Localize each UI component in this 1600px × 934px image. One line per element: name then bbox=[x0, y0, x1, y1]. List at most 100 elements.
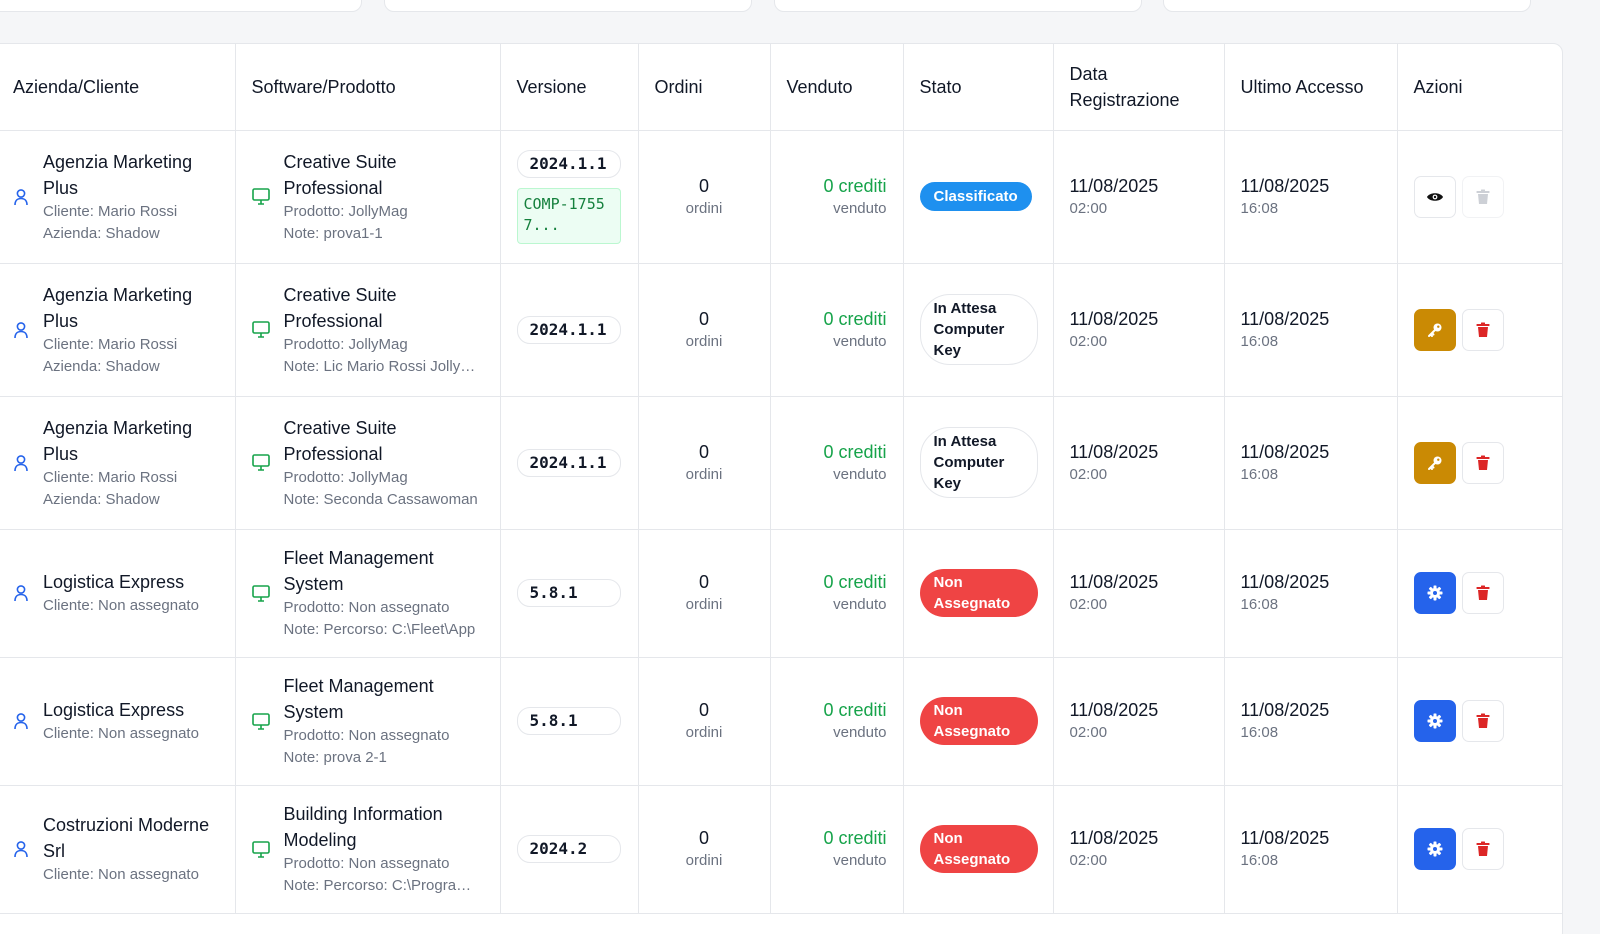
settings-icon bbox=[1427, 713, 1443, 729]
client-name: Cliente: Mario Rossi bbox=[43, 468, 178, 486]
table-row[interactable]: Agenzia Marketing Plus Cliente: Mario Ro… bbox=[0, 263, 1562, 397]
last-access-date: 11/08/2025 bbox=[1240, 175, 1330, 196]
sold-label: venduto bbox=[833, 465, 887, 483]
delete-icon bbox=[1476, 455, 1490, 471]
software-cell: Creative Suite Professional Prodotto: Jo… bbox=[235, 263, 501, 397]
view-icon bbox=[1426, 190, 1444, 204]
product-name: Prodotto: Non assegnato bbox=[283, 727, 450, 744]
version-cell: 2024.2 bbox=[500, 785, 639, 914]
actions-cell bbox=[1397, 529, 1562, 658]
registered-time: 02:00 bbox=[1069, 724, 1108, 741]
client-cell: Agenzia Marketing Plus Cliente: Mario Ro… bbox=[0, 263, 236, 397]
version-cell: 2024.1.1 bbox=[500, 396, 639, 530]
table-row[interactable]: Agenzia Marketing Plus Cliente: Mario Ro… bbox=[0, 396, 1562, 530]
settings-button[interactable] bbox=[1413, 828, 1456, 870]
computer-key-code[interactable]: COMP-17557... bbox=[516, 187, 621, 244]
company-name: Agenzia Marketing Plus bbox=[43, 284, 193, 331]
client-cell: Agenzia Marketing Plus Cliente: Mario Ro… bbox=[0, 130, 236, 264]
last-access-cell: 11/08/2025 16:08 bbox=[1224, 263, 1398, 397]
orders-label: ordini bbox=[685, 465, 723, 483]
client-cell: Logistica Express Cliente: Non assegnato bbox=[0, 529, 236, 658]
version-cell: 2024.1.1 COMP-17557... bbox=[500, 130, 639, 264]
last-access-cell: 11/08/2025 16:08 bbox=[1224, 785, 1398, 914]
sold-cell: 0 crediti venduto bbox=[770, 130, 904, 264]
header-orders[interactable]: Ordini bbox=[638, 44, 771, 131]
orders-cell: 0 ordini bbox=[638, 130, 771, 264]
key-icon bbox=[1427, 455, 1443, 471]
delete-button[interactable] bbox=[1461, 828, 1504, 870]
table-row[interactable]: Logistica Express Cliente: Non assegnato… bbox=[0, 657, 1562, 786]
monitor-icon bbox=[251, 840, 270, 858]
last-access-cell: 11/08/2025 16:08 bbox=[1224, 657, 1398, 786]
last-access-date: 11/08/2025 bbox=[1240, 700, 1330, 720]
table-row[interactable]: Logistica Express Cliente: Non assegnato… bbox=[0, 529, 1562, 658]
orders-count: 0 bbox=[698, 308, 709, 329]
settings-button[interactable] bbox=[1413, 572, 1456, 614]
table-row[interactable]: Costruzioni Moderne Srl Cliente: Non ass… bbox=[0, 785, 1562, 914]
key-button[interactable] bbox=[1413, 441, 1456, 484]
license-note: Note: Percorso: C:\Programmi\BIM bbox=[283, 877, 484, 894]
header-software[interactable]: Software/Prodotto bbox=[235, 44, 501, 131]
license-note: Note: prova 2-1 bbox=[283, 749, 387, 766]
software-name: Fleet Management System bbox=[283, 548, 434, 594]
registered-cell: 11/08/2025 02:00 bbox=[1053, 529, 1225, 658]
header-sold[interactable]: Venduto bbox=[770, 44, 904, 131]
client-cell: Agenzia Marketing Plus Cliente: Mario Ro… bbox=[0, 396, 236, 530]
actions-cell bbox=[1397, 785, 1562, 914]
client-name: Cliente: Non assegnato bbox=[43, 725, 199, 742]
key-button[interactable] bbox=[1413, 308, 1456, 351]
orders-label: ordini bbox=[685, 332, 723, 350]
sold-cell: 0 crediti venduto bbox=[770, 263, 904, 397]
orders-cell: 0 ordini bbox=[638, 263, 771, 397]
delete-icon bbox=[1476, 189, 1490, 205]
software-cell: Creative Suite Professional Prodotto: Jo… bbox=[235, 396, 501, 530]
delete-button[interactable] bbox=[1461, 700, 1504, 742]
software-cell: Fleet Management System Prodotto: Non as… bbox=[235, 529, 501, 658]
license-note: Note: Percorso: C:\Fleet\App bbox=[283, 621, 476, 638]
user-icon bbox=[13, 840, 29, 858]
view-button[interactable] bbox=[1413, 175, 1456, 218]
user-icon bbox=[13, 188, 29, 206]
sold-label: venduto bbox=[833, 596, 887, 613]
settings-button[interactable] bbox=[1413, 700, 1456, 742]
delete-button[interactable] bbox=[1461, 308, 1504, 351]
status-cell: Non Assegnato bbox=[903, 657, 1054, 786]
client-cell: Logistica Express Cliente: Non assegnato bbox=[0, 657, 236, 786]
orders-count: 0 bbox=[698, 828, 709, 848]
header-last-access[interactable]: Ultimo Accesso bbox=[1224, 44, 1398, 131]
status-cell: Classificato bbox=[903, 130, 1054, 264]
sold-credits: 0 crediti bbox=[823, 572, 887, 592]
registered-date: 11/08/2025 bbox=[1069, 572, 1159, 592]
header-client[interactable]: Azienda/Cliente bbox=[0, 44, 236, 131]
summary-card bbox=[384, 0, 752, 12]
settings-icon bbox=[1427, 841, 1443, 857]
status-cell: Non Assegnato bbox=[903, 529, 1054, 658]
license-note: Note: Seconda Cassawoman bbox=[283, 490, 478, 508]
software-name: Creative Suite Professional bbox=[283, 151, 397, 198]
company-name: Logistica Express bbox=[43, 700, 185, 720]
delete-button[interactable] bbox=[1461, 572, 1504, 614]
delete-button[interactable] bbox=[1461, 441, 1504, 484]
sold-credits: 0 crediti bbox=[823, 175, 887, 196]
sold-cell: 0 crediti venduto bbox=[770, 529, 904, 658]
software-cell: Fleet Management System Prodotto: Non as… bbox=[235, 657, 501, 786]
delete-button[interactable] bbox=[1461, 175, 1504, 218]
software-name: Creative Suite Professional bbox=[283, 417, 397, 464]
client-name: Cliente: Mario Rossi bbox=[43, 335, 178, 353]
status-cell: In Attesa Computer Key bbox=[903, 263, 1054, 397]
sold-label: venduto bbox=[833, 199, 887, 217]
user-icon bbox=[13, 584, 29, 602]
registered-time: 02:00 bbox=[1069, 852, 1108, 869]
last-access-time: 16:08 bbox=[1240, 332, 1279, 350]
version-cell: 5.8.1 bbox=[500, 657, 639, 786]
header-version[interactable]: Versione bbox=[500, 44, 639, 131]
registered-cell: 11/08/2025 02:00 bbox=[1053, 130, 1225, 264]
company-name: Agenzia Marketing Plus bbox=[43, 417, 193, 464]
key-icon bbox=[1427, 322, 1443, 338]
delete-icon bbox=[1476, 585, 1490, 601]
status-badge: Classificato bbox=[919, 182, 1032, 211]
software-cell: Creative Suite Professional Prodotto: Jo… bbox=[235, 130, 501, 264]
table-row[interactable]: Agenzia Marketing Plus Cliente: Mario Ro… bbox=[0, 130, 1562, 264]
header-status[interactable]: Stato bbox=[903, 44, 1054, 131]
header-registered[interactable]: Data Registrazione bbox=[1053, 44, 1225, 131]
